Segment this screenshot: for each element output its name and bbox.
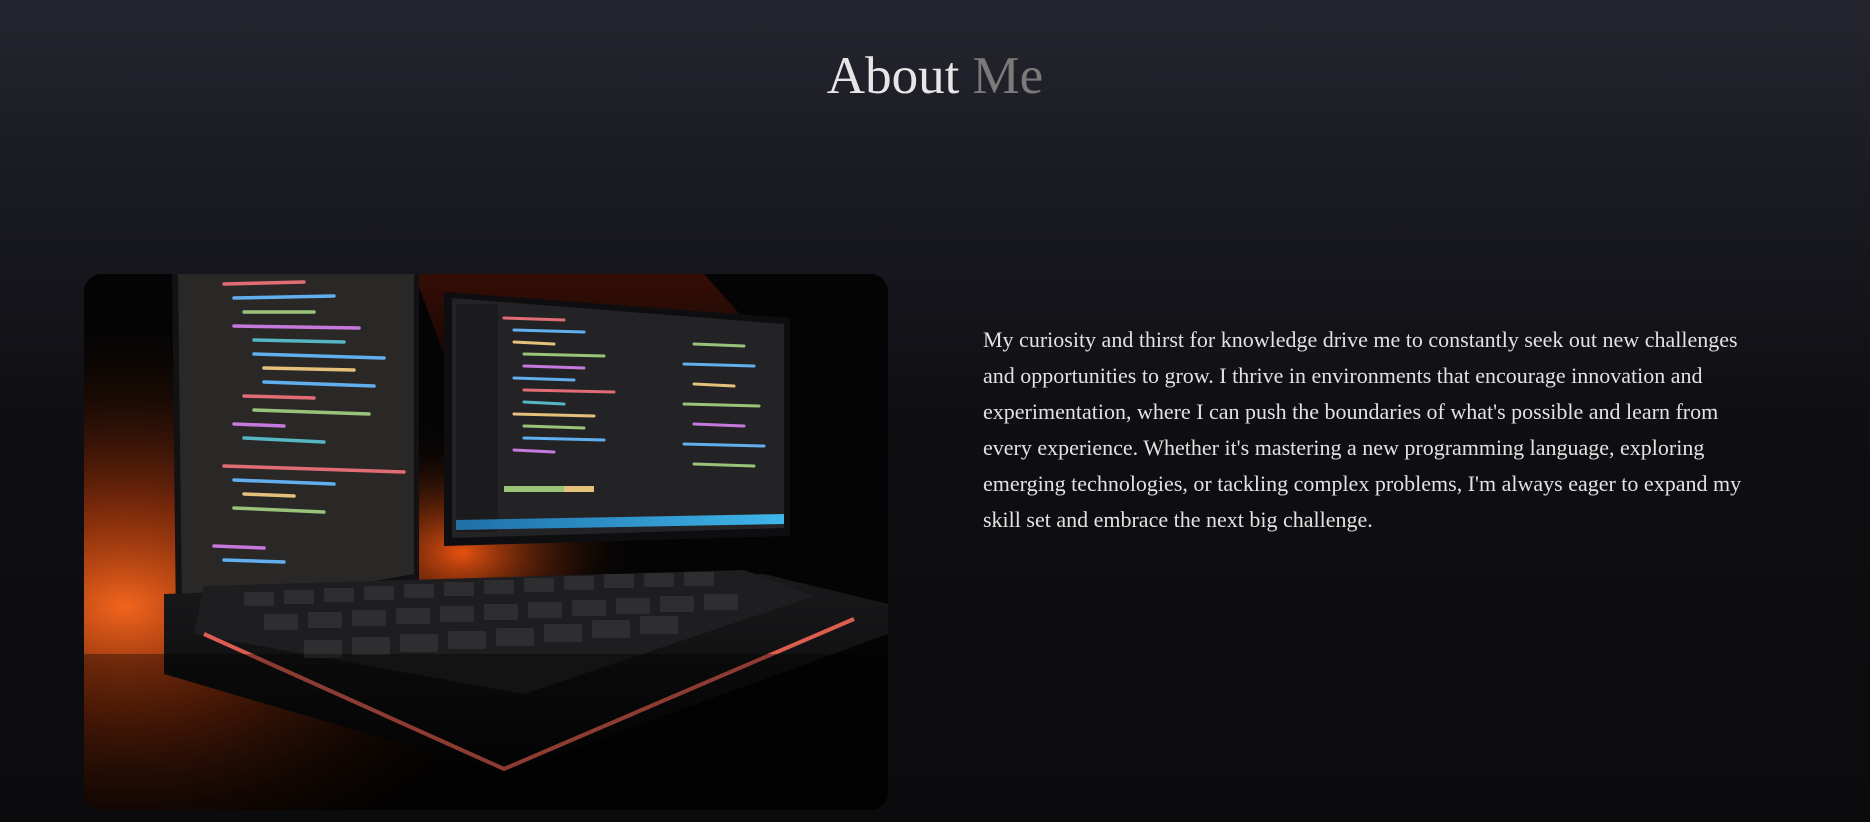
title-accent: Me <box>972 47 1044 105</box>
left-monitor <box>172 274 419 624</box>
right-monitor <box>444 292 790 546</box>
section-title: About Me <box>0 46 1870 106</box>
workstation-photo <box>84 274 888 810</box>
about-description: My curiosity and thirst for knowledge dr… <box>983 327 1742 532</box>
workstation-illustration <box>84 274 888 810</box>
title-main: About <box>826 47 960 105</box>
